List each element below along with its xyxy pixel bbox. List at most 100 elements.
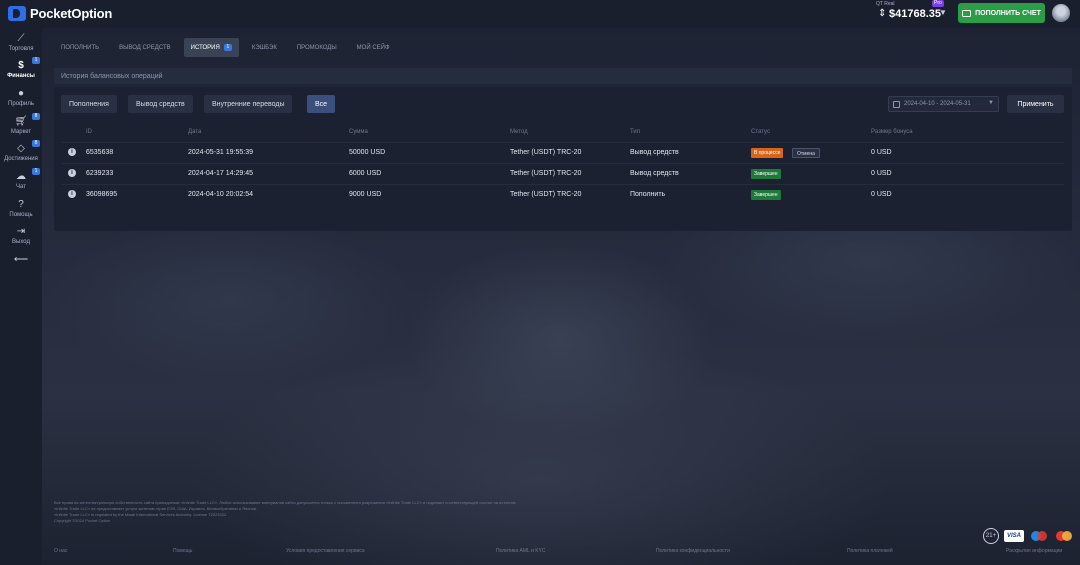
row-type: Вывод средств [630,149,679,156]
user-icon: ● [17,88,25,99]
sidebar-item-label: Маркет [10,129,32,135]
filter-transfers-button[interactable]: Внутренние переводы [204,95,293,113]
row-amount: 50000 USD [349,149,386,156]
footer-link-terms[interactable]: Условия предоставления сервиса [286,548,365,554]
sidebar-item-trading[interactable]: ⟋ Торговля [0,33,42,52]
tab-label: ПРОМОКОДЫ [296,44,337,51]
apply-button[interactable]: Применить [1007,95,1064,113]
info-icon[interactable]: i [68,148,76,156]
mastercard-icon [1054,530,1074,542]
row-bonus: 0 USD [871,149,892,156]
date-range-picker[interactable]: 2024-04-10 - 2024-05-31 ▼ [888,96,999,112]
tab-history[interactable]: ИСТОРИЯ 1 [183,38,239,57]
sidebar-item-chat[interactable]: 1 ☁︎ Чат [0,168,42,190]
tab-label: ПОПОЛНИТЬ [61,44,100,51]
age-restriction-icon: 21+ [983,528,999,544]
tab-my-safe[interactable]: МОЙ СЕЙФ [350,38,397,57]
row-type: Вывод средств [630,170,679,177]
filter-withdrawals-button[interactable]: Вывод средств [128,95,193,113]
payment-icons: 21+ VISA [983,528,1074,544]
sidebar-item-label: Достижения [4,156,38,162]
notification-badge: 1 [32,168,40,175]
wallet-icon [962,9,972,17]
tab-withdrawal[interactable]: ВЫВОД СРЕДСТВ [112,38,178,57]
footer-links: О нас Помощь Условия предоставления серв… [54,548,1072,558]
table-row: i 6239233 2024-04-17 14:29:45 6000 USD T… [62,163,1064,184]
deposit-button-label: ПОПОЛНИТЬ СЧЕТ [975,9,1041,17]
notification-badge: 8 [32,140,40,147]
filter-deposits-button[interactable]: Пополнения [61,95,117,113]
date-range-value: 2024-04-10 - 2024-05-31 [904,101,971,107]
chevron-down-icon: ▼ [939,8,947,17]
row-method: Tether (USDT) TRC-20 [510,191,582,198]
balance-selector[interactable]: QT Real Pro ⇕ $41768.35 ▼ [870,0,950,28]
tab-deposit[interactable]: ПОПОЛНИТЬ [54,38,106,57]
sidebar: ⟋ Торговля 1 $ Финансы ● Профиль 8 🛒︎ Ма… [0,28,42,565]
sidebar-item-help[interactable]: ? Помощь [0,199,42,218]
row-method: Tether (USDT) TRC-20 [510,149,582,156]
footer-link-privacy[interactable]: Политика конфиденциальности [656,548,730,554]
table-row: i 36098695 2024-04-10 20:02:54 9000 USD … [62,184,1064,205]
collapse-sidebar-button[interactable]: ⟵ [0,254,42,266]
page-title: История балансовых операций [61,73,163,80]
notification-badge: 1 [223,44,232,51]
row-bonus: 0 USD [871,170,892,177]
column-header-id: ID [86,129,92,135]
top-bar: PocketOption QT Real Pro ⇕ $41768.35 ▼ П… [0,0,1080,28]
cancel-button[interactable]: Отмена [792,148,820,158]
account-label: QT Real [876,1,895,7]
tab-label: ВЫВОД СРЕДСТВ [119,44,171,51]
column-header-method: Метод [510,129,528,135]
arrow-left-icon: ⟵ [13,254,29,265]
logo[interactable]: PocketOption [8,5,112,21]
sidebar-item-label: Чат [16,184,26,190]
row-type: Пополнить [630,191,666,198]
visa-icon: VISA [1004,530,1024,542]
row-id: 6535638 [86,149,114,156]
sidebar-item-finance[interactable]: 1 $ Финансы [0,57,42,79]
column-header-status: Статус [751,129,770,135]
row-id: 6239233 [86,170,114,177]
info-icon[interactable]: i [68,169,76,177]
pro-badge: Pro [932,0,944,7]
column-header-date: Дата [188,129,202,135]
deposit-button[interactable]: ПОПОЛНИТЬ СЧЕТ [958,3,1045,23]
notification-badge: 8 [32,113,40,120]
tab-label: ИСТОРИЯ [190,44,220,51]
logo-icon [8,5,26,21]
sidebar-item-achievements[interactable]: 8 ◇ Достижения [0,140,42,162]
help-icon: ? [18,199,24,210]
footer-link-payments[interactable]: Политика платежей [847,548,893,554]
sidebar-item-label: Профиль [8,101,34,107]
maestro-icon [1029,530,1049,542]
footer-link-about[interactable]: О нас [54,548,67,554]
avatar[interactable] [1052,4,1070,22]
tab-label: МОЙ СЕЙФ [356,44,390,51]
subtitle-band [54,68,1072,84]
chevron-down-icon: ▼ [988,100,994,106]
notification-badge: 1 [32,57,40,64]
sidebar-item-label: Торговля [8,46,34,52]
footer-link-disclosure[interactable]: Раскрытие информации [1006,548,1062,554]
row-date: 2024-05-31 19:55:39 [188,149,253,156]
footer-link-help[interactable]: Помощь [173,548,192,554]
info-icon[interactable]: i [68,190,76,198]
finance-tabs: ПОПОЛНИТЬ ВЫВОД СРЕДСТВ ИСТОРИЯ 1 КЭШБЭК … [54,38,397,57]
row-date: 2024-04-10 20:02:54 [188,191,253,198]
footer-link-aml[interactable]: Политика AML и KYC [496,548,545,554]
tab-cashback[interactable]: КЭШБЭК [245,38,284,57]
logo-text: PocketOption [30,5,113,21]
row-amount: 6000 USD [349,170,382,177]
tab-promocodes[interactable]: ПРОМОКОДЫ [290,38,344,57]
sidebar-item-logout[interactable]: ⇥ Выход [0,226,42,245]
sidebar-item-label: Финансы [7,73,35,79]
sidebar-item-label: Выход [12,239,30,245]
footer-disclaimer: Все права на интеллектуальную собственно… [54,500,1054,524]
sidebar-item-market[interactable]: 8 🛒︎ Маркет [0,113,42,135]
row-amount: 9000 USD [349,191,382,198]
calendar-icon [893,100,900,108]
status-badge: Завершен [751,190,781,200]
sidebar-item-profile[interactable]: ● Профиль [0,88,42,107]
row-id: 36098695 [86,191,118,198]
filter-all-button[interactable]: Все [307,95,336,113]
